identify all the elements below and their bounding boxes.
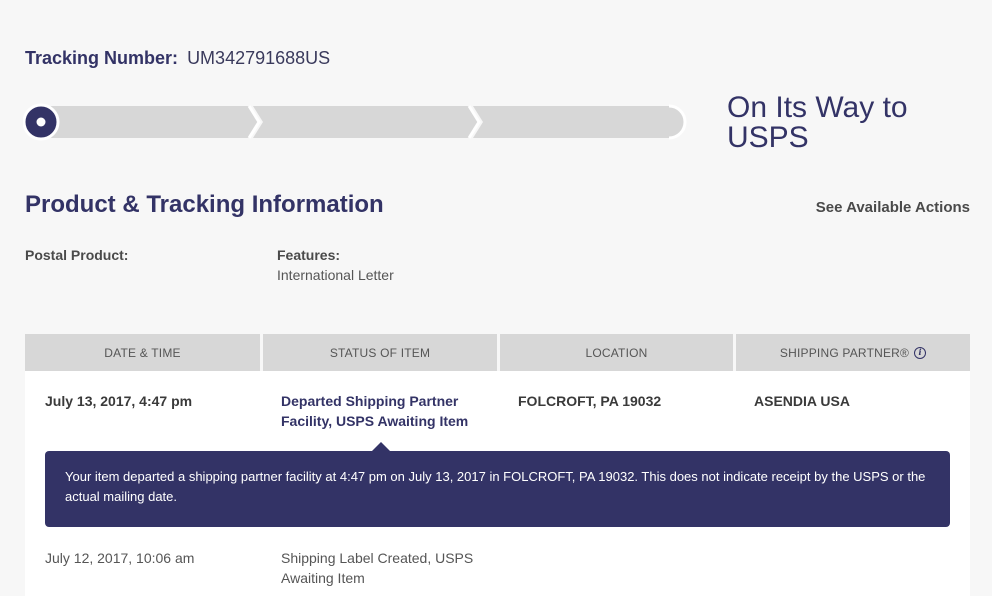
tracking-number: Tracking Number: UM342791688US	[25, 48, 330, 69]
status-heading: On Its Way to USPS	[727, 91, 908, 154]
column-header-location: LOCATION	[500, 334, 736, 371]
row-status: Departed Shipping Partner Facility, USPS…	[281, 393, 469, 429]
table-header: DATE & TIME STATUS OF ITEM LOCATION SHIP…	[25, 334, 970, 371]
row-status: Shipping Label Created, USPS Awaiting It…	[281, 550, 474, 586]
column-header-date: DATE & TIME	[25, 334, 263, 371]
features: Features: International Letter	[277, 247, 394, 283]
features-value: International Letter	[277, 267, 394, 283]
column-header-status: STATUS OF ITEM	[263, 334, 500, 371]
row-date: July 12, 2017, 10:06 am	[45, 550, 195, 566]
progress-track	[23, 103, 687, 141]
see-available-actions-link[interactable]: See Available Actions	[816, 199, 970, 216]
column-header-shipping-partner-label: SHIPPING PARTNER®	[779, 345, 910, 360]
progress-bar	[23, 102, 687, 142]
features-label: Features:	[277, 247, 341, 263]
row-date: July 13, 2017, 4:47 pm	[45, 393, 193, 409]
progress-segment-1	[41, 106, 259, 138]
status-detail-tooltip: Your item departed a shipping partner fa…	[45, 442, 950, 527]
progress-segment-2	[253, 106, 479, 138]
info-icon[interactable]: i	[914, 346, 927, 359]
column-header-shipping-partner: SHIPPING PARTNER® i	[736, 334, 970, 371]
postal-product-label: Postal Product:	[25, 247, 129, 263]
row-partner: ASENDIA USA	[754, 393, 850, 409]
progress-marker-icon	[23, 103, 60, 141]
progress-segment-3	[473, 106, 685, 138]
tracking-number-value: UM342791688US	[187, 48, 331, 68]
row-location: FOLCROFT, PA 19032	[518, 393, 662, 409]
tracking-number-label: Tracking Number:	[25, 48, 179, 68]
tracking-history-table: DATE & TIME STATUS OF ITEM LOCATION SHIP…	[25, 334, 970, 596]
section-title: Product & Tracking Information	[25, 191, 384, 218]
